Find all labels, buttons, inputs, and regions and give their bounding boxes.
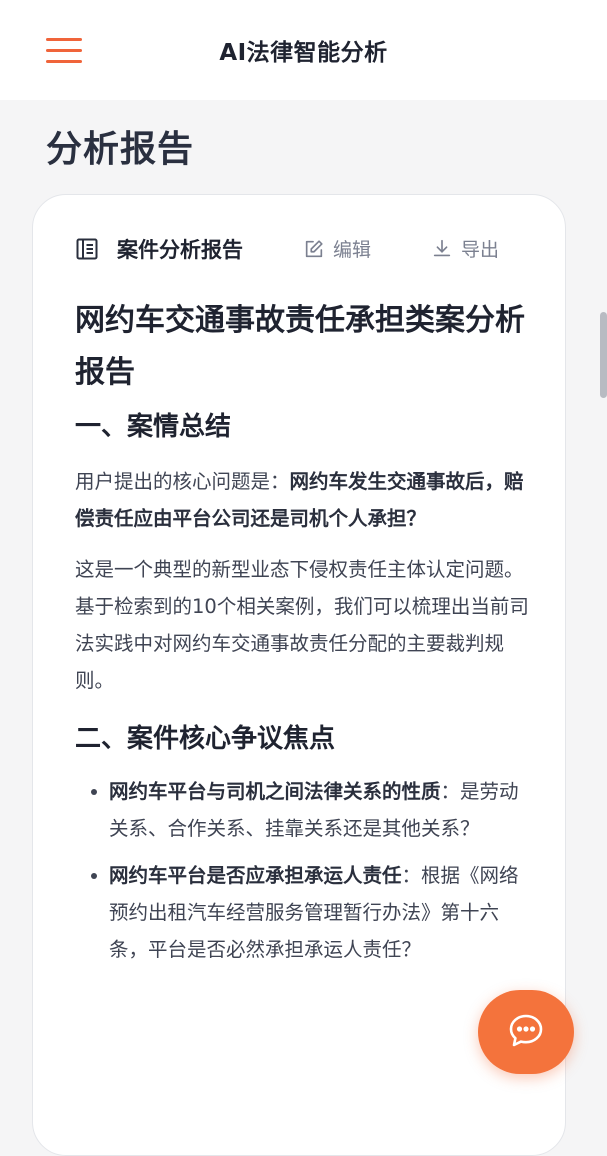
- focus-item-title: 网约车平台是否应承担承运人责任: [109, 864, 402, 887]
- chat-button[interactable]: [478, 990, 574, 1074]
- section-heading-summary: 一、案情总结: [75, 412, 232, 442]
- app-title: AI法律智能分析: [219, 40, 388, 66]
- report-card-title: 案件分析报告: [117, 238, 243, 262]
- report-card-header: 案件分析报告 编辑 导出: [75, 233, 525, 265]
- focus-list: 网约车平台与司机之间法律关系的性质：是劳动关系、合作关系、挂靠关系还是其他关系？…: [75, 773, 529, 968]
- chat-bubble-icon: [509, 1014, 543, 1047]
- edit-label: 编辑: [333, 239, 372, 261]
- scrollbar[interactable]: [600, 312, 607, 398]
- export-label: 导出: [461, 239, 500, 261]
- section-heading-focus: 二、案件核心争议焦点: [75, 724, 336, 754]
- edit-pencil-icon: [305, 239, 323, 257]
- export-button[interactable]: 导出: [431, 235, 499, 262]
- summary-prefix: 用户提出的核心问题是：: [75, 470, 290, 493]
- download-icon: [433, 239, 451, 256]
- list-item: 网约车平台与司机之间法律关系的性质：是劳动关系、合作关系、挂靠关系还是其他关系？: [75, 773, 529, 847]
- summary-paragraph-2: 这是一个典型的新型业态下侵权责任主体认定问题。基于检索到的10个相关案例，我们可…: [75, 558, 529, 692]
- app-header: AI法律智能分析: [0, 0, 607, 100]
- edit-button[interactable]: 编辑: [303, 235, 371, 262]
- focus-item-title: 网约车平台与司机之间法律关系的性质: [109, 780, 441, 803]
- page-title: 分析报告: [46, 129, 195, 170]
- document-list-icon: [76, 238, 98, 260]
- list-item: 网约车平台是否应承担承运人责任：根据《网络预约出租汽车经营服务管理暂行办法》第十…: [75, 857, 529, 968]
- summary-paragraph-1: 用户提出的核心问题是：网约车发生交通事故后，赔偿责任应由平台公司还是司机个人承担…: [75, 463, 529, 537]
- report-doc-title: 网约车交通事故责任承担类案分析报告: [75, 303, 525, 390]
- report-content: 网约车交通事故责任承担类案分析报告 一、案情总结 用户提出的核心问题是：网约车发…: [75, 295, 529, 978]
